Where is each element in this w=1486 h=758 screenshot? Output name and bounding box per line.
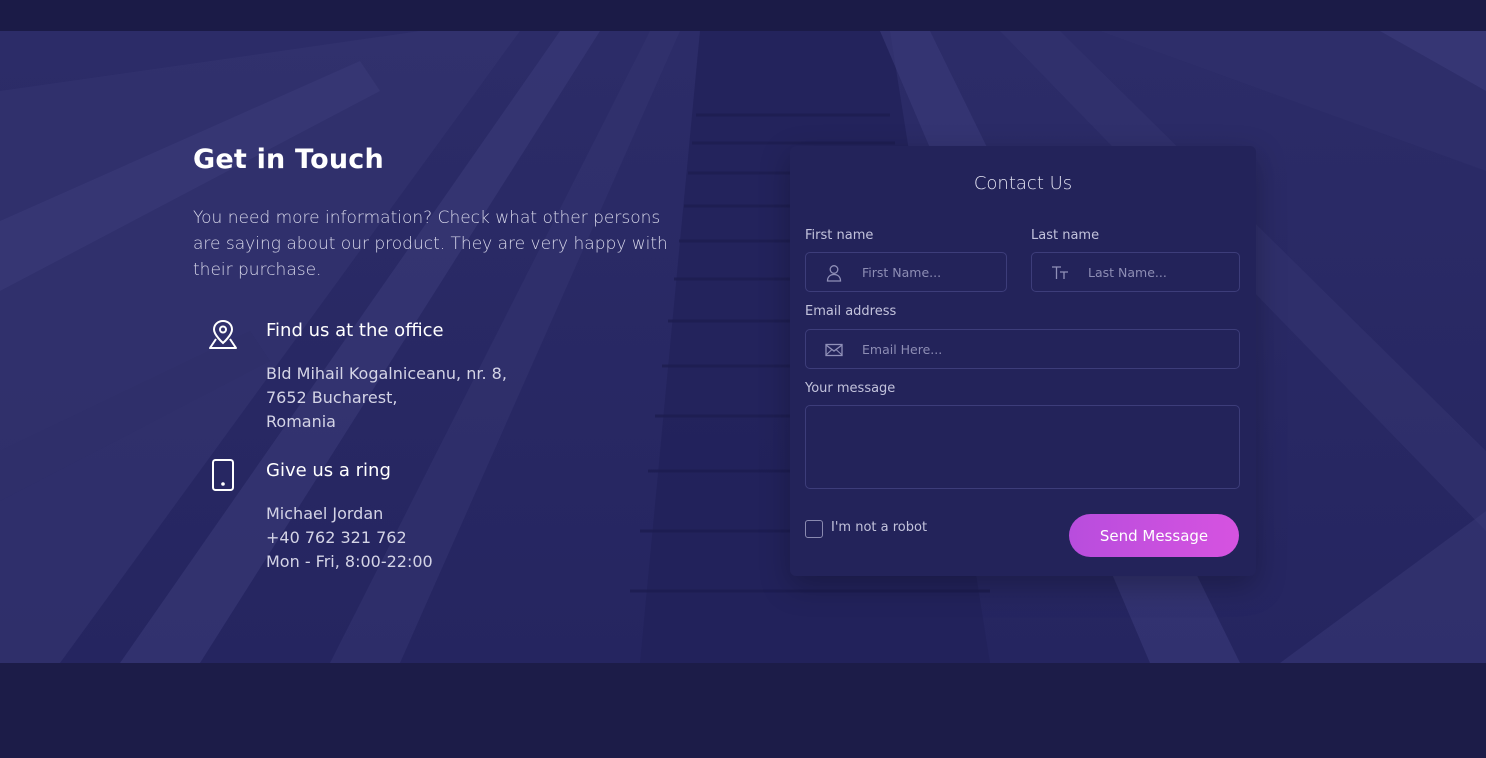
office-title: Find us at the office — [266, 320, 444, 341]
contact-form-card: Contact Us First name Last name Email ad… — [790, 146, 1256, 576]
email-label: Email address — [805, 304, 897, 319]
last-name-input[interactable] — [1088, 253, 1231, 291]
send-message-button[interactable]: Send Message — [1069, 514, 1239, 557]
envelope-icon — [825, 343, 843, 357]
map-pin-icon — [209, 319, 237, 349]
office-line: 7652 Bucharest, — [266, 388, 398, 407]
phone-line: Mon - Fri, 8:00-22:00 — [266, 552, 433, 571]
text-size-icon — [1052, 266, 1068, 279]
section-title: Get in Touch — [193, 144, 384, 175]
first-name-input[interactable] — [862, 253, 998, 291]
office-line: Bld Mihail Kogalniceanu, nr. 8, — [266, 364, 507, 383]
office-address: Bld Mihail Kogalniceanu, nr. 8, 7652 Buc… — [266, 362, 507, 434]
not-robot-label: I'm not a robot — [831, 520, 928, 535]
last-name-label: Last name — [1031, 228, 1100, 243]
office-line: Romania — [266, 412, 336, 431]
section-intro: You need more information? Check what ot… — [193, 208, 668, 280]
first-name-field — [805, 252, 1007, 292]
top-bar — [0, 0, 1486, 31]
last-name-field — [1031, 252, 1240, 292]
email-input[interactable] — [862, 330, 1231, 368]
phone-line: Michael Jordan — [266, 504, 384, 523]
user-icon — [826, 265, 842, 282]
footer-area — [0, 663, 1486, 758]
message-textarea[interactable] — [805, 405, 1240, 489]
mobile-phone-icon — [212, 459, 234, 491]
not-robot-checkbox[interactable] — [805, 520, 823, 538]
form-title: Contact Us — [973, 173, 1073, 194]
phone-title: Give us a ring — [266, 460, 391, 481]
email-field — [805, 329, 1240, 369]
phone-details: Michael Jordan +40 762 321 762 Mon - Fri… — [266, 502, 433, 574]
first-name-label: First name — [805, 228, 874, 243]
phone-line: +40 762 321 762 — [266, 528, 407, 547]
message-label: Your message — [805, 381, 896, 396]
